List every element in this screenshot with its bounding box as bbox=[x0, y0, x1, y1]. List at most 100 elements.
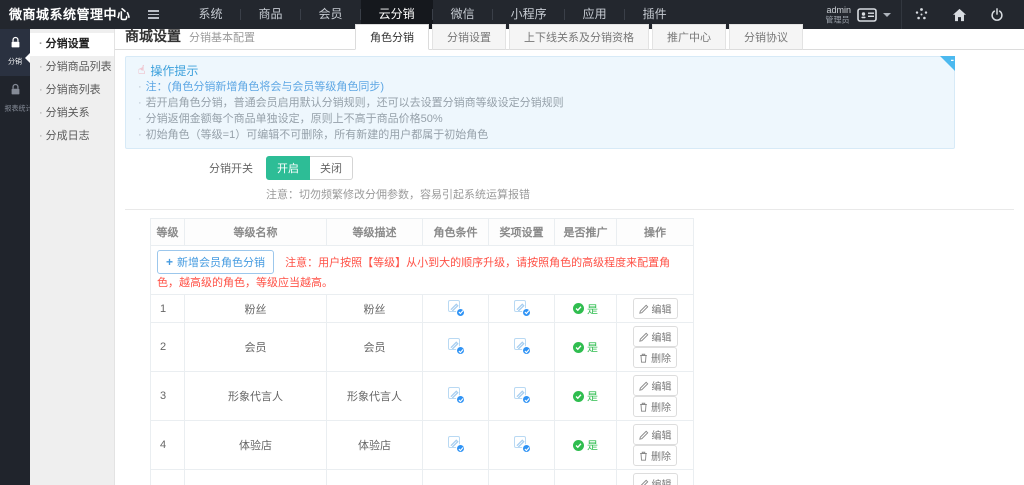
nav-item-members[interactable]: 会员 bbox=[301, 0, 361, 29]
award-settings-icon[interactable] bbox=[514, 387, 529, 402]
promote-status-badge: 是 bbox=[573, 339, 598, 355]
module-label: 报表统计 bbox=[5, 102, 26, 113]
award-settings-icon[interactable] bbox=[514, 436, 529, 451]
table-row: 3 形象代言人 形象代言人 是 编辑删除 bbox=[151, 372, 694, 421]
col-promote: 是否推广 bbox=[555, 219, 617, 246]
delete-button[interactable]: 删除 bbox=[633, 445, 677, 466]
role-condition-icon[interactable] bbox=[448, 300, 463, 315]
roles-table: 等级 等级名称 等级描述 角色条件 奖项设置 是否推广 操作 +新增会员角 bbox=[150, 218, 694, 485]
col-award-settings: 奖项设置 bbox=[489, 219, 555, 246]
award-settings-icon[interactable] bbox=[514, 300, 529, 315]
tab-updownline-qualification[interactable]: 上下线关系及分销资格 bbox=[509, 24, 649, 50]
lock-icon bbox=[9, 83, 22, 96]
switch-on-button[interactable]: 开启 bbox=[266, 156, 310, 180]
edit-icon bbox=[639, 381, 649, 391]
desc-cell: 形象代言人 bbox=[327, 372, 423, 421]
distribution-switch-row: 分销开关 开启 关闭 bbox=[125, 156, 1014, 180]
sidebar-item-distribution-settings[interactable]: ·分销设置 bbox=[30, 33, 114, 56]
promote-status-badge: 是 bbox=[573, 388, 598, 404]
operation-tips-panel: ☝ 操作提示 ·注：(角色分销新增角色将会与会员等级角色同步) ·若开启角色分销… bbox=[125, 56, 955, 149]
role-condition-icon[interactable] bbox=[448, 338, 463, 353]
nav-item-system[interactable]: 系统 bbox=[181, 0, 241, 29]
edit-button[interactable]: 编辑 bbox=[633, 326, 678, 347]
name-cell: 形象代言人 bbox=[185, 372, 327, 421]
delete-icon bbox=[639, 353, 648, 363]
tips-title-row: ☝ 操作提示 bbox=[138, 62, 942, 78]
sidebar-item-commission-log[interactable]: ·分成日志 bbox=[30, 125, 114, 148]
promote-status-badge: 是 bbox=[573, 437, 598, 453]
edit-button[interactable]: 编辑 bbox=[633, 473, 678, 485]
tip-line: ·分销返佣金额每个商品单独设定，原则上不高于商品价格50% bbox=[138, 113, 942, 126]
tip-line: ·注：(角色分销新增角色将会与会员等级角色同步) bbox=[138, 81, 942, 94]
table-row: 1 粉丝 粉丝 是 编辑 bbox=[151, 295, 694, 323]
edit-button[interactable]: 编辑 bbox=[633, 424, 678, 445]
hamburger-icon[interactable] bbox=[141, 0, 167, 29]
home-icon[interactable] bbox=[940, 0, 978, 29]
desc-cell: 会员 bbox=[327, 323, 423, 372]
user-card-icon[interactable] bbox=[857, 7, 877, 23]
tab-bar: 角色分销 分销设置 上下线关系及分销资格 推广中心 分销协议 bbox=[355, 24, 806, 50]
content-header: 商城设置 分销基本配置 角色分销 分销设置 上下线关系及分销资格 推广中心 分销… bbox=[115, 29, 1024, 50]
collapse-corner-icon[interactable]: - bbox=[940, 56, 955, 71]
user-role: 管理员 bbox=[825, 15, 849, 24]
table-row: 2 会员 会员 是 编辑删除 bbox=[151, 323, 694, 372]
delete-button[interactable]: 删除 bbox=[633, 396, 677, 417]
tab-distribution-settings[interactable]: 分销设置 bbox=[432, 24, 506, 50]
sidebar-modules: 分销 报表统计 bbox=[0, 29, 30, 485]
desc-cell: 体验店 bbox=[327, 421, 423, 470]
table-header-row: 等级 等级名称 等级描述 角色条件 奖项设置 是否推广 操作 bbox=[151, 219, 694, 246]
main-content: 商城设置 分销基本配置 角色分销 分销设置 上下线关系及分销资格 推广中心 分销… bbox=[115, 29, 1024, 485]
role-condition-icon[interactable] bbox=[448, 436, 463, 451]
check-icon bbox=[573, 391, 584, 402]
nav-item-goods[interactable]: 商品 bbox=[241, 0, 301, 29]
check-icon bbox=[573, 342, 584, 353]
edit-button[interactable]: 编辑 bbox=[633, 375, 678, 396]
add-role-button[interactable]: +新增会员角色分销 bbox=[157, 250, 274, 274]
page: 微商城系统管理中心 系统 商品 会员 云分销 微信 小程序 应用 插件 admi… bbox=[0, 0, 1024, 485]
table-row: 4 体验店 体验店 是 编辑删除 bbox=[151, 421, 694, 470]
promote-status-badge: 是 bbox=[573, 301, 598, 317]
lock-icon bbox=[9, 36, 22, 49]
switch-label: 分销开关 bbox=[125, 160, 253, 176]
sidebar-item-distribution-relations[interactable]: ·分销关系 bbox=[30, 102, 114, 125]
sidebar-item-distribution-goods[interactable]: ·分销商品列表 bbox=[30, 56, 114, 79]
topbar-right: admin 管理员 bbox=[824, 0, 1024, 29]
name-cell: 市代代理 bbox=[185, 470, 327, 485]
level-cell: 1 bbox=[151, 295, 185, 323]
delete-button[interactable]: 删除 bbox=[633, 347, 677, 368]
name-cell: 体验店 bbox=[185, 421, 327, 470]
hand-icon: ☝ bbox=[138, 63, 145, 77]
level-cell: 5 bbox=[151, 470, 185, 485]
sidebar-module-reports[interactable]: 报表统计 bbox=[0, 76, 30, 123]
tab-promotion-center[interactable]: 推广中心 bbox=[652, 24, 726, 50]
switch-note: 注意：切勿频繁修改分佣参数，容易引起系统运算报错 bbox=[266, 186, 1014, 202]
edit-button[interactable]: 编辑 bbox=[633, 298, 678, 319]
page-subtitle: 分销基本配置 bbox=[189, 29, 255, 49]
power-icon[interactable] bbox=[978, 0, 1016, 29]
check-icon bbox=[573, 303, 584, 314]
col-level: 等级 bbox=[151, 219, 185, 246]
level-cell: 4 bbox=[151, 421, 185, 470]
sidebar-submenu: ·分销设置 ·分销商品列表 ·分销商列表 ·分销关系 ·分成日志 bbox=[30, 29, 115, 485]
desc-cell: 粉丝 bbox=[327, 295, 423, 323]
app-logo: 微商城系统管理中心 bbox=[0, 0, 141, 29]
col-level-desc: 等级描述 bbox=[327, 219, 423, 246]
tab-distribution-agreement[interactable]: 分销协议 bbox=[729, 24, 803, 50]
award-settings-icon[interactable] bbox=[514, 338, 529, 353]
module-label: 分销 bbox=[5, 55, 26, 66]
page-title: 商城设置 bbox=[125, 26, 181, 49]
role-condition-icon[interactable] bbox=[448, 387, 463, 402]
delete-icon bbox=[639, 451, 648, 461]
roles-table-wrap: 等级 等级名称 等级描述 角色条件 奖项设置 是否推广 操作 +新增会员角 bbox=[150, 218, 1014, 485]
content-body: ☝ 操作提示 ·注：(角色分销新增角色将会与会员等级角色同步) ·若开启角色分销… bbox=[115, 50, 1024, 485]
switch-off-button[interactable]: 关闭 bbox=[310, 156, 353, 180]
tab-role-distribution[interactable]: 角色分销 bbox=[355, 24, 429, 50]
desc-cell: 市代代理 bbox=[327, 470, 423, 485]
chevron-down-icon[interactable] bbox=[883, 13, 891, 17]
divider bbox=[125, 209, 1014, 210]
sidebar-item-distributor-list[interactable]: ·分销商列表 bbox=[30, 79, 114, 102]
tips-title: 操作提示 bbox=[150, 62, 198, 79]
username: admin bbox=[824, 5, 851, 15]
name-cell: 会员 bbox=[185, 323, 327, 372]
clear-cache-icon[interactable] bbox=[902, 0, 940, 29]
